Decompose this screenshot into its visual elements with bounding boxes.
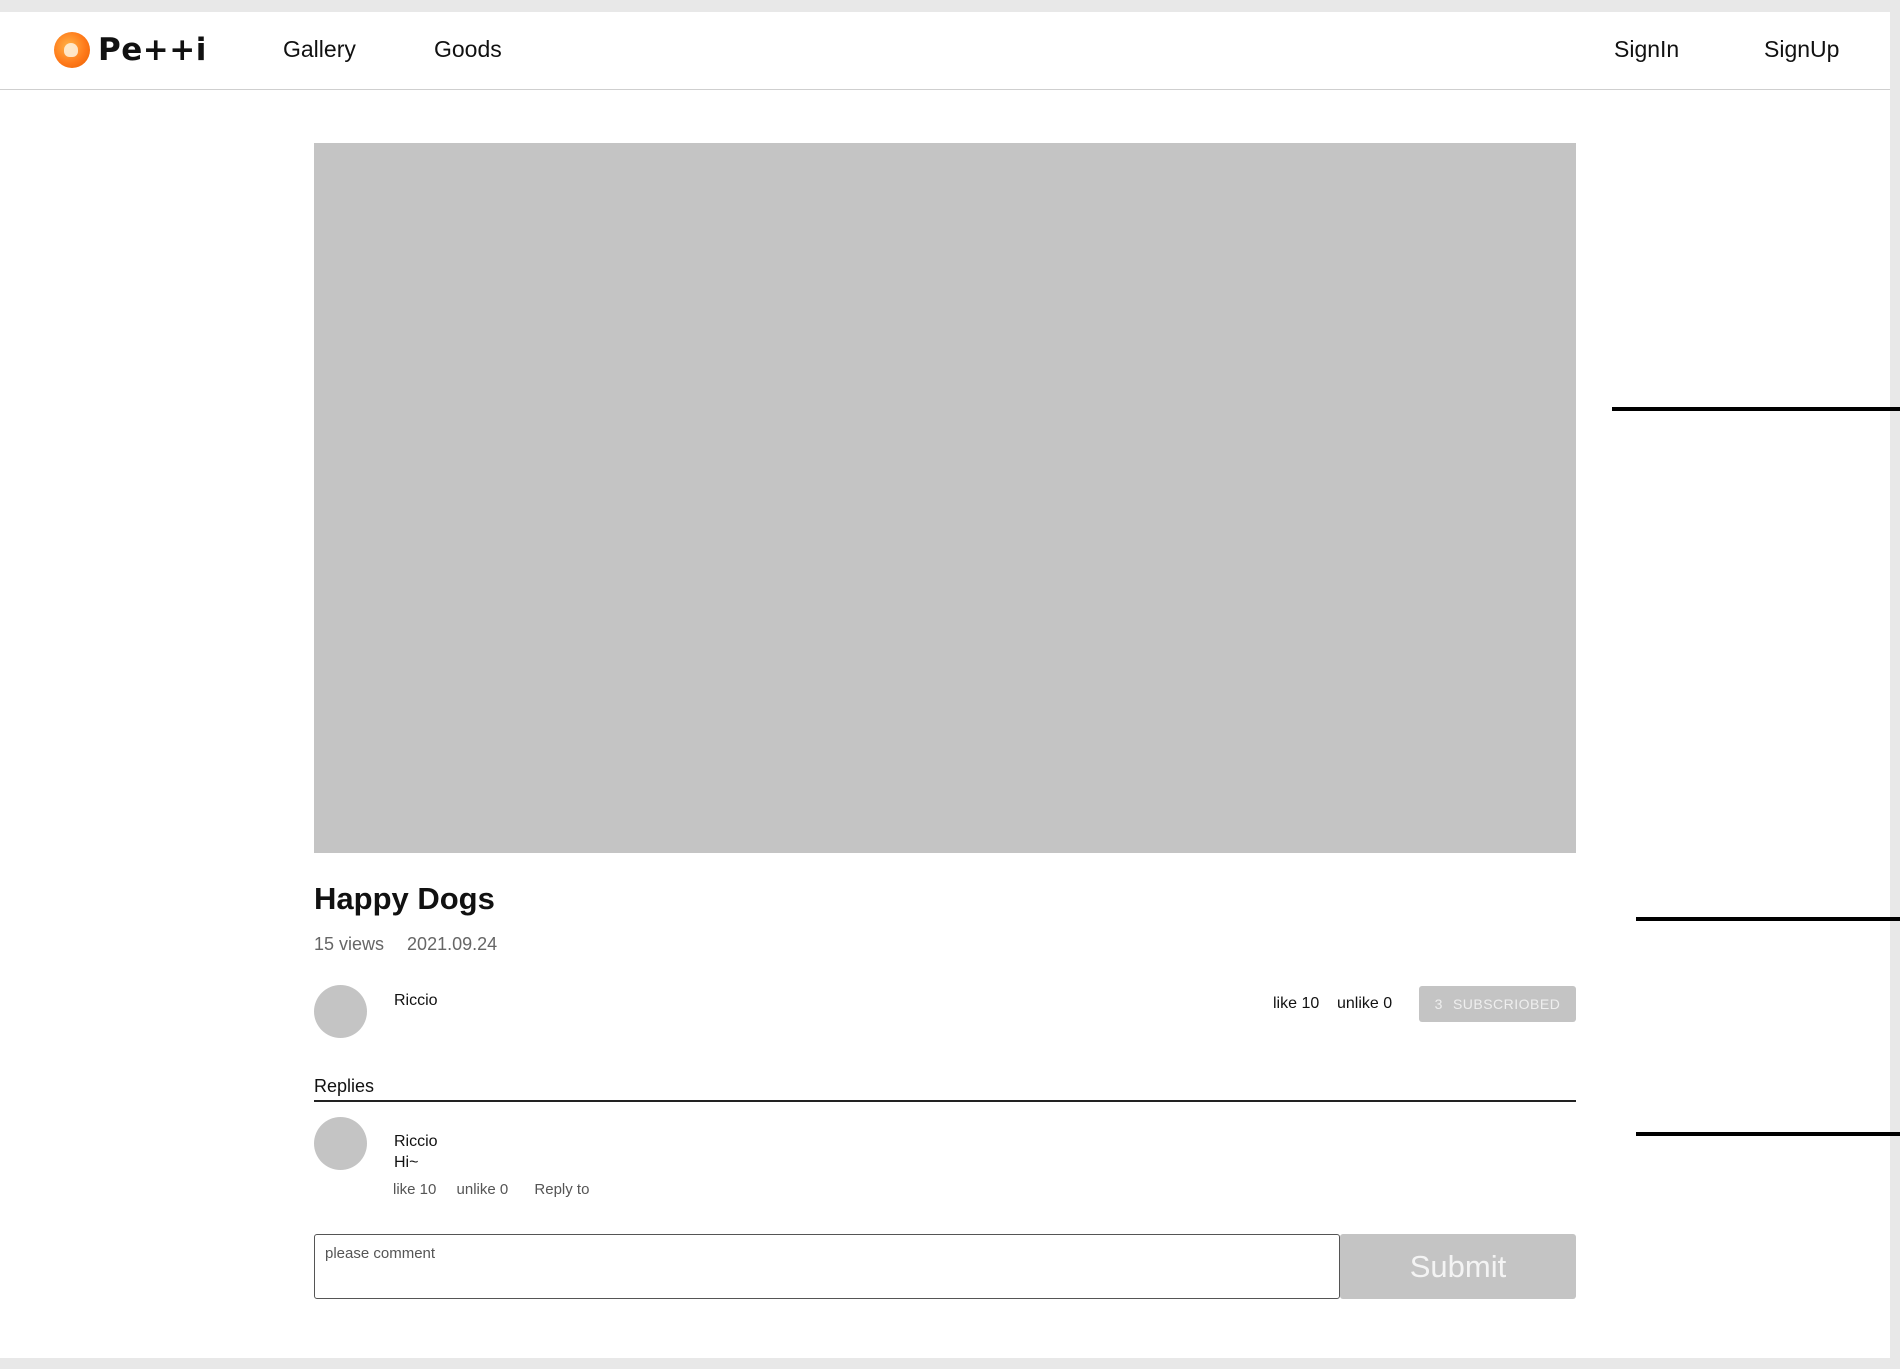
- post-date: 2021.09.24: [407, 934, 498, 954]
- reply-avatar[interactable]: [314, 1117, 367, 1170]
- brand-logo[interactable]: Pe++i: [54, 32, 207, 68]
- subscribe-label: SUBSCRIOBED: [1452, 996, 1561, 1012]
- page-frame: Pe++i Gallery Goods SignIn SignUp Happy …: [0, 12, 1890, 1358]
- video-player[interactable]: [314, 143, 1576, 853]
- reply-unlike-button[interactable]: unlike 0: [457, 1181, 509, 1198]
- signin-link[interactable]: SignIn: [1614, 36, 1679, 63]
- nav-goods[interactable]: Goods: [434, 36, 502, 63]
- annotation-line-1: [1612, 407, 1900, 411]
- author-avatar[interactable]: [314, 985, 367, 1038]
- brand-name: Pe++i: [98, 32, 207, 68]
- brand-logo-icon: [54, 32, 90, 68]
- submit-button[interactable]: Submit: [1340, 1234, 1576, 1299]
- author-name[interactable]: Riccio: [394, 992, 438, 1010]
- post-title: Happy Dogs: [314, 881, 495, 916]
- reply-actions: like 10 unlike 0 Reply to: [393, 1181, 589, 1198]
- comment-input[interactable]: [314, 1234, 1340, 1299]
- view-count: 15 views: [314, 934, 385, 954]
- reply-to-button[interactable]: Reply to: [534, 1181, 589, 1198]
- annotation-line-2: [1636, 917, 1900, 921]
- replies-divider: [314, 1100, 1576, 1102]
- annotation-line-3: [1636, 1132, 1900, 1136]
- reply-text: Hi~: [394, 1154, 419, 1171]
- reply-like-button[interactable]: like 10: [393, 1181, 436, 1198]
- signup-link[interactable]: SignUp: [1764, 36, 1839, 63]
- subscriber-count: 3: [1434, 996, 1443, 1012]
- post-meta: 15 views 2021.09.24: [314, 934, 497, 955]
- nav-gallery[interactable]: Gallery: [283, 36, 356, 63]
- unlike-button[interactable]: unlike 0: [1337, 995, 1392, 1013]
- replies-heading: Replies: [314, 1076, 375, 1096]
- subscribe-button[interactable]: 3 SUBSCRIOBED: [1419, 986, 1576, 1022]
- top-nav-bar: Pe++i Gallery Goods SignIn SignUp: [0, 12, 1890, 90]
- reply-author[interactable]: Riccio: [394, 1133, 438, 1151]
- like-button[interactable]: like 10: [1273, 995, 1319, 1013]
